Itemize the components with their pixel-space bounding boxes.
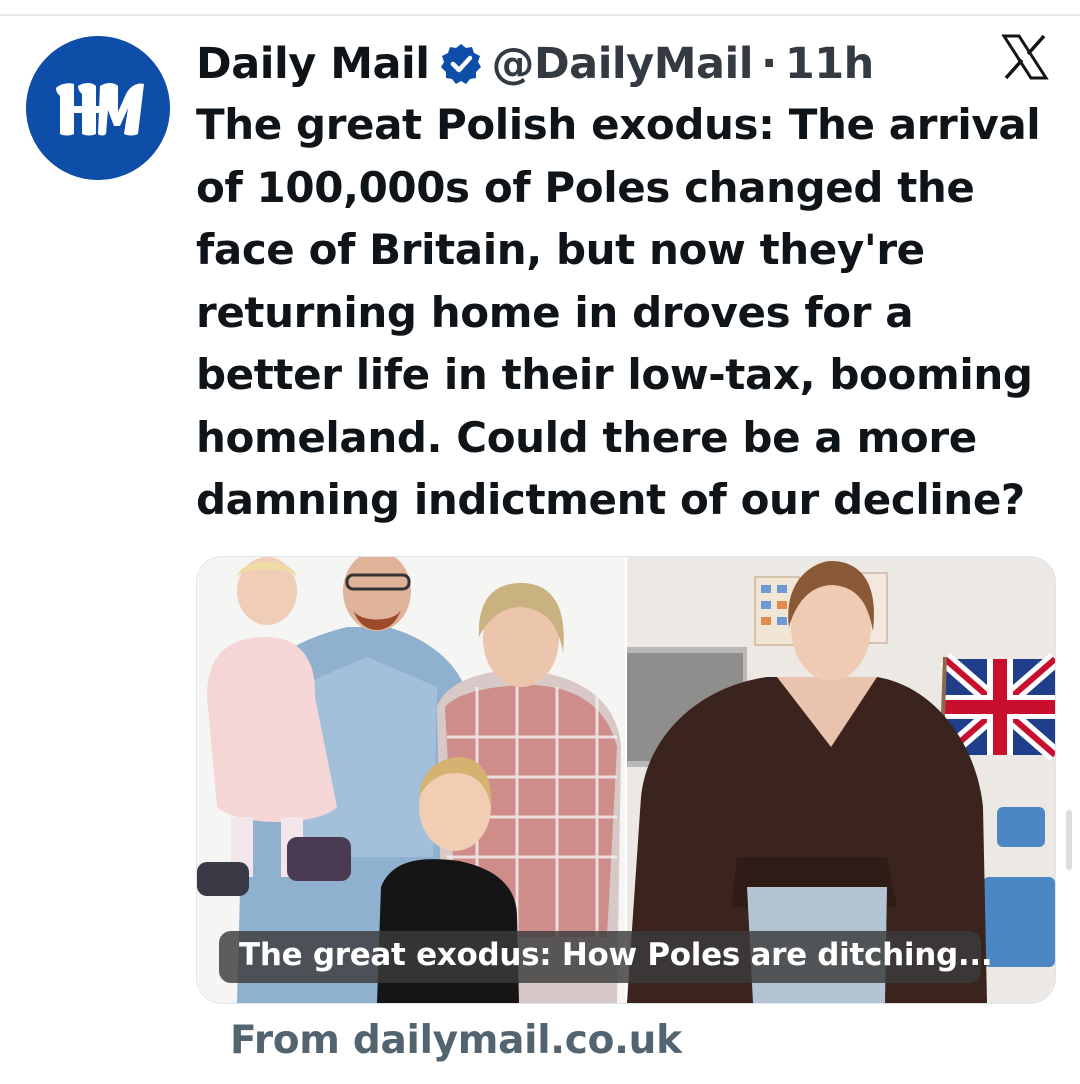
x-logo-icon — [1001, 34, 1049, 80]
tweet-line: better life in their low-tax, booming — [196, 350, 1033, 399]
divider — [0, 14, 1080, 16]
tweet-text: The great Polish exodus: The arrival of … — [196, 94, 1056, 532]
tweet-line: homeland. Could there be a more — [196, 412, 977, 462]
tweet-line: The great Polish exodus: The arrival — [196, 100, 1041, 149]
timestamp[interactable]: 11h — [785, 39, 874, 89]
avatar[interactable] — [26, 36, 170, 180]
display-name[interactable]: Daily Mail — [196, 39, 430, 89]
scrollbar[interactable] — [1066, 810, 1072, 870]
post-container: Daily Mail @DailyMail · 11h The great Po… — [0, 0, 1080, 1084]
tweet-line: damning indictment of our decline? — [196, 475, 1025, 524]
tweet-line: of 100,000s of Poles changed the — [196, 162, 975, 212]
daily-mail-logo-icon — [26, 36, 170, 180]
post-header: Daily Mail @DailyMail · 11h — [196, 36, 874, 92]
link-source[interactable]: From dailymail.co.uk — [230, 1018, 682, 1063]
verified-badge-icon — [441, 44, 482, 84]
tweet-line: face of Britain, but now they're — [196, 225, 925, 274]
handle[interactable]: @DailyMail — [491, 39, 753, 89]
link-card-caption[interactable]: The great exodus: How Poles are ditching… — [239, 937, 993, 973]
link-preview-card[interactable]: The great exodus: How Poles are ditching… — [196, 556, 1056, 1004]
separator-dot: · — [761, 39, 777, 89]
tweet-line: returning home in droves for a — [196, 287, 914, 337]
